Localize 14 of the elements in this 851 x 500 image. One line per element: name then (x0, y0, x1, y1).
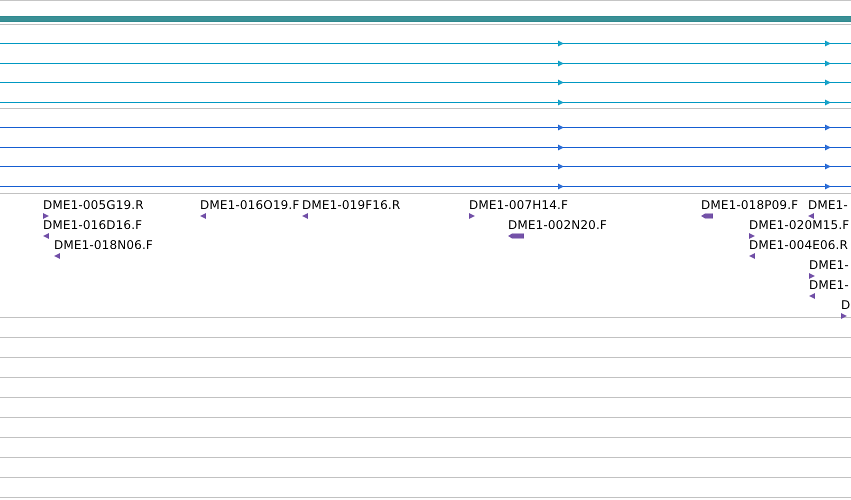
feature-label: DME1-016O19.F (200, 199, 300, 212)
feature-label: DME1-018N06.F (54, 239, 153, 252)
feature-label: DME1-016D16.F (43, 219, 142, 232)
feature-label: DME1-002N20.F (508, 219, 607, 232)
feature-label: DME1-020M15.F (749, 219, 850, 232)
feature-label: DME1-007H14.F (469, 199, 568, 212)
feature-label: DME1- (809, 279, 849, 292)
feature-label: DME1-004E06.R (749, 239, 848, 252)
feature-label: DME1- (809, 259, 849, 272)
feature-label: DME1-018P09.F (701, 199, 798, 212)
feature-label: DME1- (808, 199, 848, 212)
feature-label: DME1-005G19.R (43, 199, 144, 212)
feature-label: DME1-019F16.R (302, 199, 400, 212)
feature-label: D (841, 299, 850, 312)
